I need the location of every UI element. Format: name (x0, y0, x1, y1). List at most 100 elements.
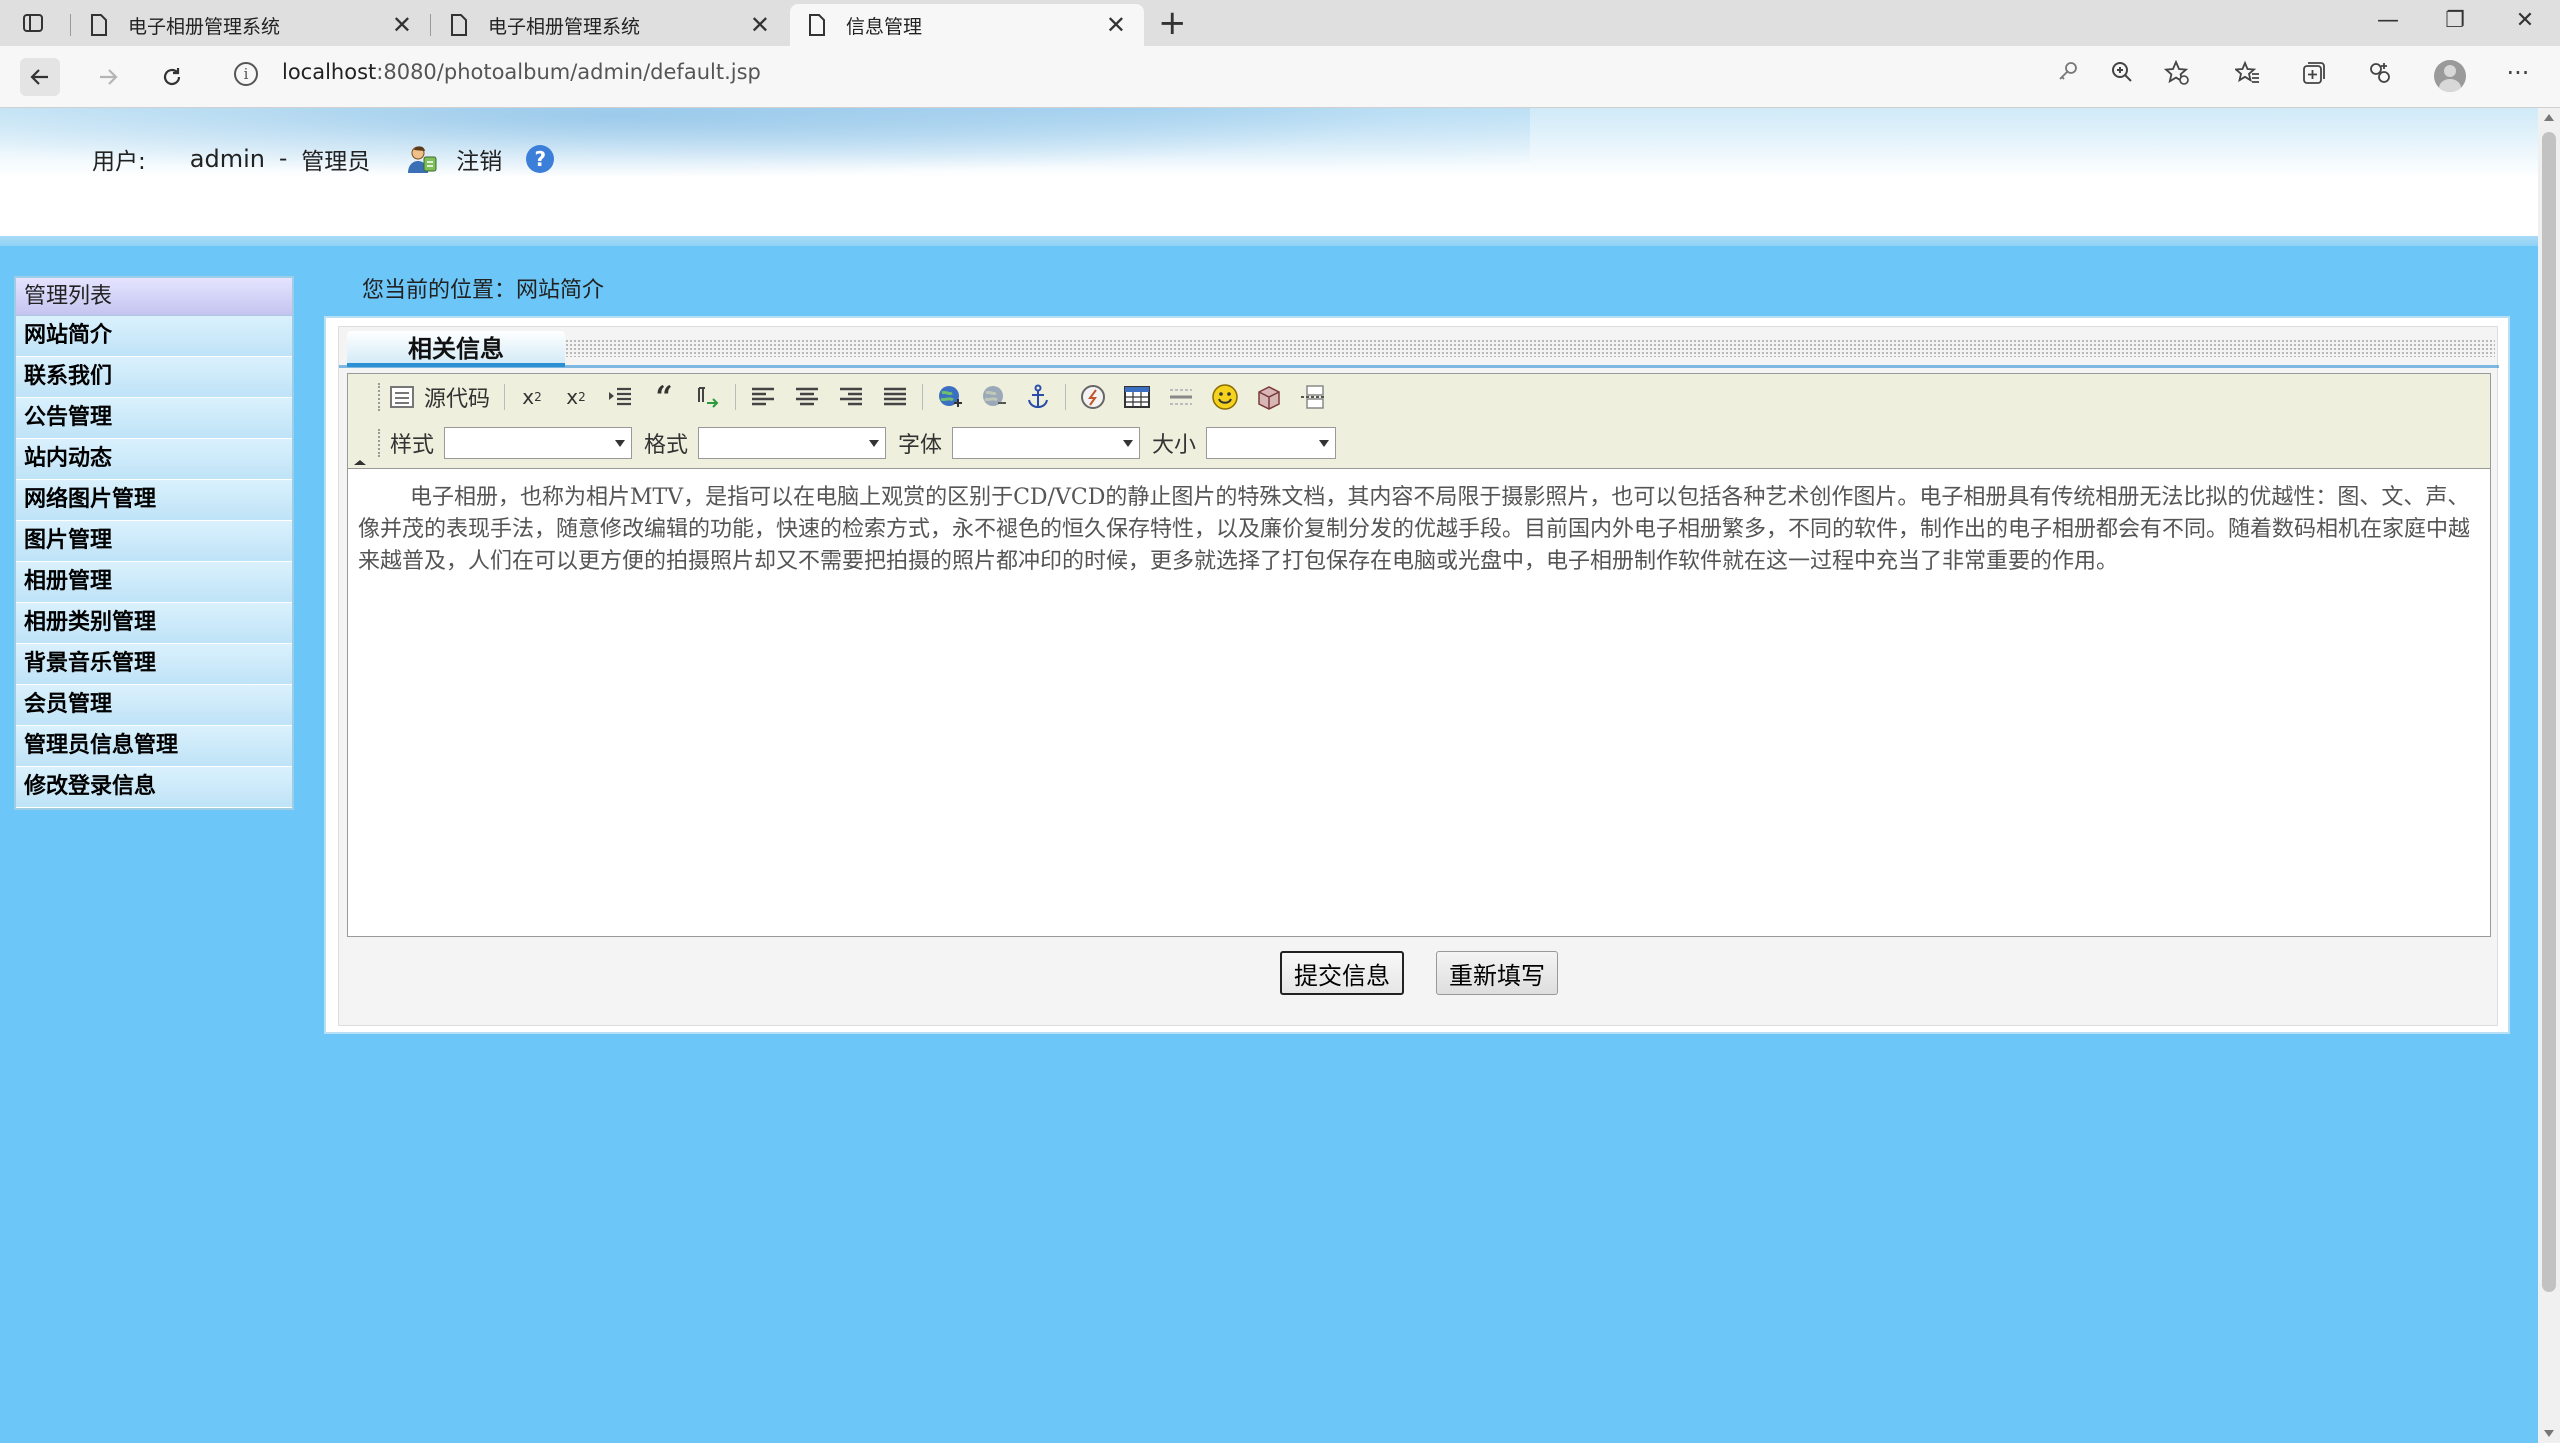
superscript-icon[interactable]: x2 (559, 381, 593, 413)
scrollbar-thumb[interactable] (2542, 132, 2556, 1292)
minimize-icon[interactable]: — (2373, 8, 2403, 33)
content-inner: 相关信息 源代码 x2 x2 “ 样式 格式 字体 大小 电子相册，也称为相片M… (338, 326, 2499, 1026)
chevron-down-icon (1123, 440, 1134, 447)
menu-item-web-images[interactable]: 网络图片管理 (16, 480, 292, 521)
menu-item-site-intro[interactable]: 网站简介 (16, 316, 292, 357)
reload-icon[interactable] (152, 58, 192, 96)
page-icon (809, 14, 825, 36)
browser-tab-bar: 电子相册管理系统 ✕ 电子相册管理系统 ✕ 信息管理 ✕ + — ❐ ✕ (0, 0, 2560, 46)
page-break-icon[interactable] (1296, 381, 1330, 413)
menu-item-site-news[interactable]: 站内动态 (16, 439, 292, 480)
key-icon[interactable] (2053, 60, 2083, 87)
new-tab-icon[interactable]: + (1158, 5, 1187, 41)
indent-icon[interactable] (603, 381, 637, 413)
format-select[interactable] (698, 427, 887, 459)
insert-link-icon[interactable] (933, 381, 967, 413)
toolbar-separator (922, 384, 924, 410)
tab-bar-underline (339, 365, 2499, 368)
user-role: 管理员 (301, 149, 371, 175)
style-select[interactable] (444, 427, 633, 459)
zoom-in-icon[interactable] (2107, 60, 2137, 89)
header-divider (0, 236, 2538, 246)
menu-item-announcements[interactable]: 公告管理 (16, 398, 292, 439)
url-path: :8080/photoalbum/admin/default.jsp (376, 60, 761, 84)
menu-item-admin-info[interactable]: 管理员信息管理 (16, 726, 292, 767)
close-window-icon[interactable]: ✕ (2510, 8, 2540, 33)
horizontal-rule-icon[interactable] (1164, 381, 1198, 413)
align-left-icon[interactable] (746, 381, 780, 413)
address-bar[interactable]: localhost:8080/photoalbum/admin/default.… (282, 60, 761, 84)
back-arrow-icon[interactable] (20, 58, 60, 96)
toolbar-grip (378, 383, 382, 411)
justify-icon[interactable] (878, 381, 912, 413)
anchor-icon[interactable] (1021, 381, 1055, 413)
restore-icon[interactable]: ❐ (2440, 8, 2470, 33)
font-select[interactable] (952, 427, 1141, 459)
help-icon[interactable]: ? (526, 145, 555, 173)
chevron-down-icon (1319, 440, 1330, 447)
close-tab-icon[interactable]: ✕ (392, 13, 412, 37)
close-tab-icon[interactable]: ✕ (1106, 13, 1126, 37)
editor-content[interactable]: 电子相册，也称为相片MTV，是指可以在电脑上观赏的区别于CD/VCD的静止图片的… (358, 482, 2478, 578)
browser-tab-3[interactable]: 信息管理 ✕ (790, 4, 1144, 46)
breadcrumb: 您当前的位置：网站简介 (362, 278, 605, 303)
profile-icon[interactable] (2434, 60, 2466, 92)
forward-arrow-icon[interactable] (88, 58, 128, 96)
text-direction-icon[interactable] (691, 381, 725, 413)
insert-flash-icon[interactable] (1076, 381, 1110, 413)
align-center-icon[interactable] (790, 381, 824, 413)
source-code-icon (390, 386, 414, 408)
size-select[interactable] (1206, 427, 1337, 459)
tab-title: 信息管理 (846, 15, 923, 38)
menu-item-albums[interactable]: 相册管理 (16, 562, 292, 603)
sidebar-toggle-icon[interactable] (20, 10, 46, 36)
logout-link[interactable]: 注销 (456, 142, 502, 176)
menu-item-change-login[interactable]: 修改登录信息 (16, 767, 292, 808)
subscript-icon[interactable]: x2 (515, 381, 549, 413)
menu-item-album-categories[interactable]: 相册类别管理 (16, 603, 292, 644)
size-label: 大小 (1152, 433, 1197, 458)
chevron-down-icon (869, 440, 880, 447)
menu-item-background-music[interactable]: 背景音乐管理 (16, 644, 292, 685)
tab-title: 电子相册管理系统 (488, 15, 641, 38)
form-actions: 提交信息 重新填写 (339, 951, 2499, 995)
browser-tab-2[interactable]: 电子相册管理系统 ✕ (432, 4, 788, 46)
scroll-up-icon[interactable] (2544, 114, 2554, 121)
browser-tab-1[interactable]: 电子相册管理系统 ✕ (72, 4, 430, 46)
source-code-button[interactable]: 源代码 (390, 381, 490, 413)
user-separator: - (278, 146, 288, 172)
extensions-icon[interactable] (2365, 60, 2395, 91)
page-scrollbar[interactable] (2538, 108, 2560, 1443)
close-tab-icon[interactable]: ✕ (750, 13, 770, 37)
admin-menu: 管理列表 网站简介 联系我们 公告管理 站内动态 网络图片管理 图片管理 相册管… (14, 276, 294, 810)
more-icon[interactable]: ··· (2503, 60, 2533, 86)
special-char-icon[interactable] (1252, 381, 1286, 413)
blockquote-icon[interactable]: “ (647, 380, 681, 415)
tab-separator (430, 14, 431, 36)
editor-toolbar: 源代码 x2 x2 “ 样式 格式 字体 大小 (348, 374, 2490, 469)
toolbar-separator (735, 384, 737, 410)
content-panel: 相关信息 源代码 x2 x2 “ 样式 格式 字体 大小 电子相册，也称为相片M… (324, 316, 2510, 1034)
menu-item-members[interactable]: 会员管理 (16, 685, 292, 726)
tab-separator (70, 14, 71, 36)
rich-text-editor: 源代码 x2 x2 “ 样式 格式 字体 大小 电子相册，也称为相片MTV，是指… (347, 373, 2491, 937)
remove-link-icon[interactable] (977, 381, 1011, 413)
page-icon (451, 14, 467, 36)
toolbar-grip (378, 429, 382, 457)
favorites-icon[interactable] (2233, 60, 2263, 91)
insert-table-icon[interactable] (1120, 381, 1154, 413)
menu-item-contact-us[interactable]: 联系我们 (16, 357, 292, 398)
add-favorite-icon[interactable] (2162, 59, 2192, 91)
align-right-icon[interactable] (834, 381, 868, 413)
collapse-toolbar-icon[interactable] (354, 460, 366, 465)
user-icon (408, 146, 437, 173)
site-info-icon[interactable]: i (234, 62, 258, 86)
collections-icon[interactable] (2299, 60, 2329, 91)
menu-item-images[interactable]: 图片管理 (16, 521, 292, 562)
scroll-down-icon[interactable] (2544, 1430, 2554, 1437)
menu-title: 管理列表 (16, 278, 292, 316)
reset-button[interactable]: 重新填写 (1436, 951, 1558, 995)
smiley-icon[interactable] (1208, 381, 1242, 413)
submit-button[interactable]: 提交信息 (1280, 951, 1404, 995)
section-tab-related-info[interactable]: 相关信息 (347, 331, 565, 367)
